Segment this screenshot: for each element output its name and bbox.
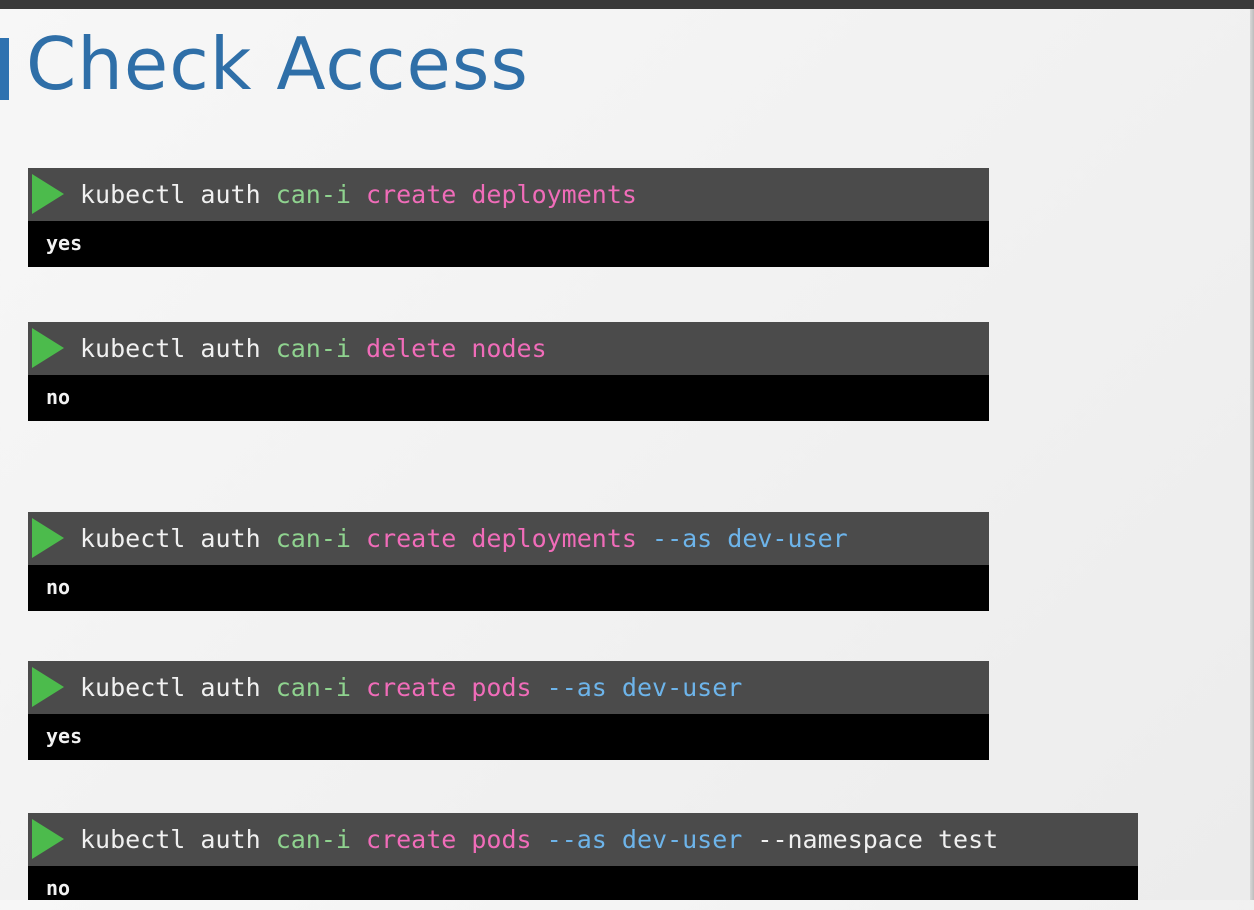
command-line: kubectl auth can-i create deployments --… xyxy=(28,512,989,565)
command-block-5: kubectl auth can-i create pods --as dev-… xyxy=(28,813,1138,900)
command-verb-resource: delete nodes xyxy=(366,334,547,363)
command-as-flag: --as dev-user xyxy=(546,825,743,854)
command-block-3: kubectl auth can-i create deployments --… xyxy=(28,512,989,611)
play-icon xyxy=(32,174,64,214)
command-as-flag: --as dev-user xyxy=(546,673,743,702)
command-output: yes xyxy=(28,714,989,760)
slide-title: Check Access xyxy=(26,22,529,106)
command-subcommand: can-i xyxy=(275,334,351,363)
command-output: no xyxy=(28,866,1138,900)
play-icon xyxy=(32,328,64,368)
command-subcommand: can-i xyxy=(275,180,351,209)
command-as-flag: --as dev-user xyxy=(652,524,848,553)
command-subcommand: can-i xyxy=(275,673,351,702)
command-verb-resource: create pods xyxy=(366,825,532,854)
command-subcommand: can-i xyxy=(275,825,351,854)
command-subcommand: can-i xyxy=(275,524,351,553)
command-line: kubectl auth can-i create pods --as dev-… xyxy=(28,813,1138,866)
command-namespace-flag: --namespace test xyxy=(757,825,999,854)
command-base: kubectl auth xyxy=(80,180,261,209)
command-output: no xyxy=(28,565,989,611)
command-verb-resource: create deployments xyxy=(366,180,637,209)
command-verb-resource: create pods xyxy=(366,673,532,702)
command-block-2: kubectl auth can-i delete nodes no xyxy=(28,322,989,421)
play-icon xyxy=(32,518,64,558)
play-icon xyxy=(32,819,64,859)
command-block-1: kubectl auth can-i create deployments ye… xyxy=(28,168,989,267)
title-accent-bar xyxy=(0,38,9,100)
command-line: kubectl auth can-i create pods --as dev-… xyxy=(28,661,989,714)
window-top-bar xyxy=(0,0,1254,9)
command-base: kubectl auth xyxy=(80,825,261,854)
command-line: kubectl auth can-i create deployments xyxy=(28,168,989,221)
command-base: kubectl auth xyxy=(80,673,261,702)
command-verb-resource: create deployments xyxy=(366,524,637,553)
command-base: kubectl auth xyxy=(80,334,261,363)
command-line: kubectl auth can-i delete nodes xyxy=(28,322,989,375)
play-icon xyxy=(32,667,64,707)
window-right-edge xyxy=(1250,9,1254,900)
command-block-4: kubectl auth can-i create pods --as dev-… xyxy=(28,661,989,760)
command-base: kubectl auth xyxy=(80,524,261,553)
command-output: no xyxy=(28,375,989,421)
command-output: yes xyxy=(28,221,989,267)
